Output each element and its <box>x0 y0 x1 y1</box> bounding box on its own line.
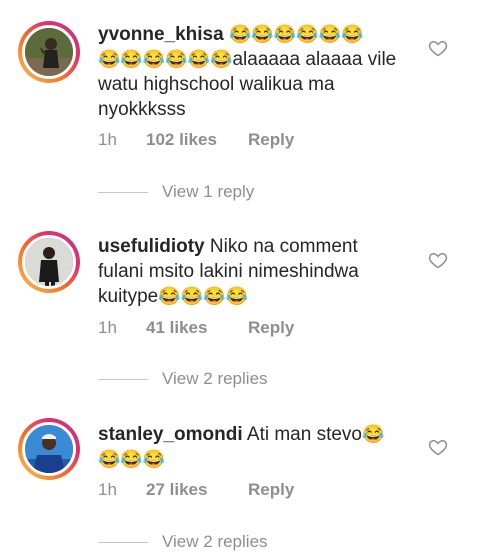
emoji-laughing: 😂😂😂😂😂😂 <box>98 49 233 69</box>
comment-meta: 1h 27 likes Reply <box>98 480 294 500</box>
comment-text: Ati man stevo <box>246 424 362 445</box>
comment-time: 1h <box>98 318 117 337</box>
view-replies-divider <box>98 379 148 380</box>
like-heart-icon[interactable] <box>428 38 448 58</box>
reply-button[interactable]: Reply <box>248 130 294 150</box>
comment-body: yvonne_khisa 😂😂😂😂😂😂 😂😂😂😂😂😂alaaaaa alaaaa… <box>98 22 398 122</box>
emoji-laughing: 😂 <box>362 424 385 444</box>
view-replies-label[interactable]: View 2 replies <box>162 369 268 389</box>
comment-body: stanley_omondi Ati man stevo😂 😂😂😂 <box>98 422 398 472</box>
avatar-story-ring[interactable] <box>18 21 80 83</box>
avatar[interactable] <box>22 235 76 289</box>
emoji-laughing: 😂😂😂😂 <box>158 286 248 306</box>
view-replies-label[interactable]: View 1 reply <box>162 182 254 202</box>
avatar[interactable] <box>22 25 76 79</box>
like-heart-icon[interactable] <box>428 437 448 457</box>
reply-button[interactable]: Reply <box>248 318 294 338</box>
avatar-story-ring[interactable] <box>18 418 80 480</box>
like-heart-icon[interactable] <box>428 250 448 270</box>
comment-meta: 1h 102 likes Reply <box>98 130 294 150</box>
comment-likes[interactable]: 41 likes <box>146 318 248 338</box>
avatar-story-ring[interactable] <box>18 231 80 293</box>
view-replies-divider <box>98 192 148 193</box>
comment-time: 1h <box>98 480 117 499</box>
comment-meta: 1h 41 likes Reply <box>98 318 294 338</box>
reply-button[interactable]: Reply <box>248 480 294 500</box>
emoji-laughing: 😂😂😂 <box>98 449 166 469</box>
comment-time: 1h <box>98 130 117 149</box>
emoji-laughing: 😂😂😂😂😂😂 <box>228 24 364 44</box>
comment-username[interactable]: stanley_omondi <box>98 424 243 445</box>
view-replies-divider <box>98 542 148 543</box>
comment-username[interactable]: yvonne_khisa <box>98 24 224 45</box>
comment-likes[interactable]: 27 likes <box>146 480 248 500</box>
view-replies-label[interactable]: View 2 replies <box>162 532 268 552</box>
avatar[interactable] <box>22 422 76 476</box>
comment-body: usefulidioty Niko na comment fulani msit… <box>98 234 398 309</box>
comment-username[interactable]: usefulidioty <box>98 236 205 257</box>
comment-likes[interactable]: 102 likes <box>146 130 248 150</box>
